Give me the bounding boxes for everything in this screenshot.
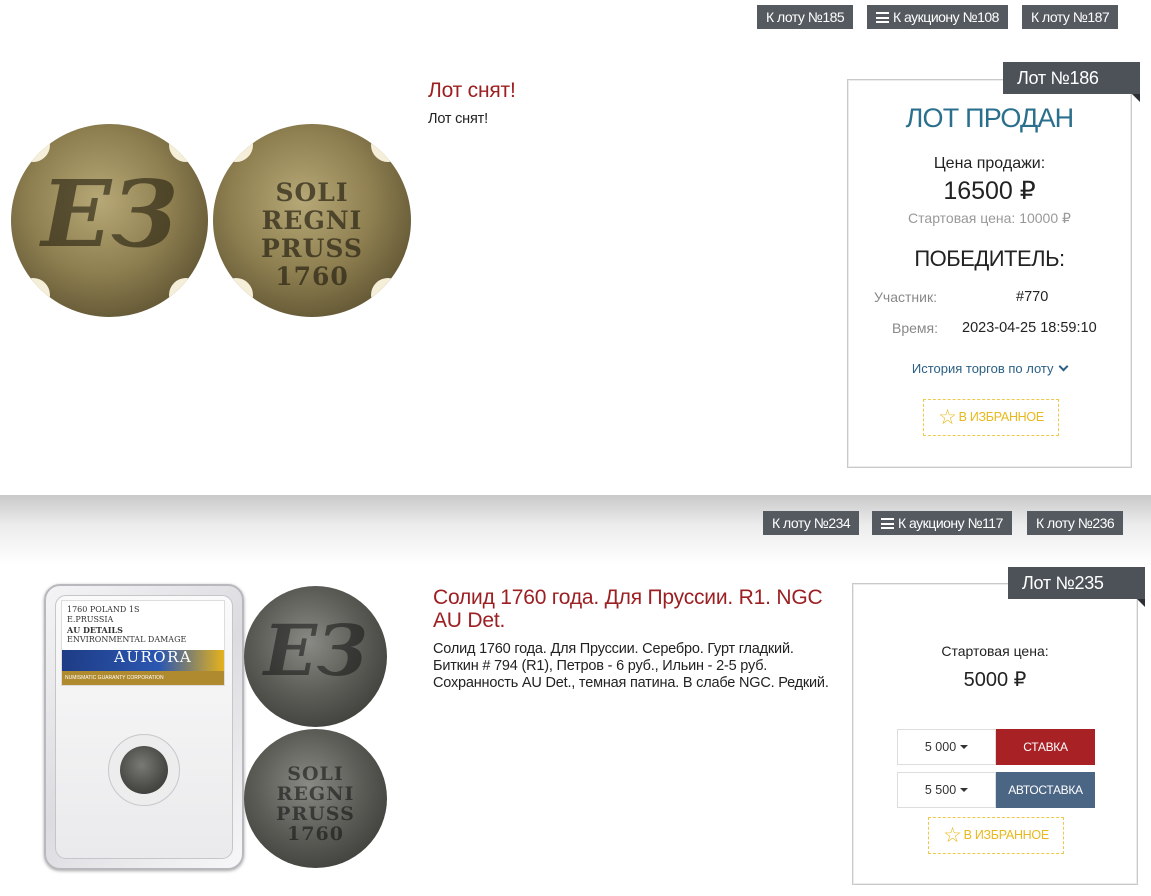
- favorite-label: В ИЗБРАННОЕ: [963, 828, 1050, 842]
- bid-history-link[interactable]: История торгов по лоту: [848, 361, 1131, 376]
- coin-legend-line: REGNI: [261, 206, 363, 235]
- coin-legend-line: 1760: [275, 262, 349, 291]
- participant-value: #770: [1016, 289, 1049, 305]
- time-label: Время:: [892, 320, 939, 336]
- coin-legend-line: REGNI: [276, 783, 355, 805]
- favorite-button[interactable]: ☆ В ИЗБРАННОЕ: [923, 399, 1059, 436]
- coin-reverse-image[interactable]: SOLI REGNI PRUSS 1760: [244, 729, 387, 868]
- coin-obverse-image[interactable]: ЕЗ: [244, 586, 387, 727]
- autobid-amount-value: 5 500: [924, 783, 957, 797]
- lot-result-panel: ЛОТ ПРОДАН Цена продажи: 16500 ₽ Стартов…: [847, 79, 1132, 468]
- coin-reverse-image[interactable]: SOLI REGNI PRUSS 1760: [213, 124, 411, 317]
- ngc-slab-image[interactable]: 1760 POLAND 1S E.PRUSSIA AU DETAILS ENVI…: [44, 584, 244, 870]
- coin-monogram: ЕЗ: [263, 609, 368, 692]
- sale-price: 16500 ₽: [943, 177, 1036, 205]
- lot-title: Лот снят!: [428, 79, 516, 102]
- menu-icon: [876, 12, 889, 23]
- auction-button[interactable]: К аукциону №117: [872, 511, 1012, 535]
- autobid-amount-select[interactable]: 5 500: [897, 772, 996, 808]
- lot-number-badge: Лот №235: [1008, 567, 1145, 607]
- slab-label-line: 1760 POLAND 1S: [67, 605, 140, 614]
- time-value: 2023-04-25 18:59:10: [962, 320, 1097, 336]
- participant-label: Участник:: [874, 289, 937, 305]
- caret-down-icon: [960, 788, 969, 792]
- coin-legend-line: PRUSS: [261, 234, 363, 263]
- lot-section-186: К лоту №185 К аукциону №108 К лоту №187 …: [0, 0, 1151, 495]
- lot-description: Солид 1760 года. Для Пруссии. Серебро. Г…: [433, 641, 829, 691]
- caret-down-icon: [960, 745, 969, 749]
- coin-monogram: ЕЗ: [41, 160, 178, 268]
- aurora-banner: AURORA: [62, 650, 224, 671]
- lot-description: Лот снят!: [428, 111, 488, 127]
- auction-button[interactable]: К аукциону №108: [867, 5, 1008, 29]
- prev-lot-button[interactable]: К лоту №234: [763, 511, 860, 535]
- next-lot-button[interactable]: К лоту №187: [1022, 5, 1119, 29]
- bid-history-label: История торгов по лоту: [911, 361, 1054, 376]
- favorite-label: В ИЗБРАННОЕ: [958, 410, 1045, 424]
- slab-label-line: AU DETAILS: [67, 625, 123, 635]
- menu-icon: [881, 518, 894, 529]
- coin-legend-line: SOLI: [275, 178, 349, 207]
- bid-amount-select[interactable]: 5 000: [897, 729, 996, 765]
- slab-label-line: E.PRUSSIA: [67, 615, 114, 624]
- coin-legend-line: SOLI: [287, 763, 344, 785]
- sale-price-label: Цена продажи:: [933, 155, 1046, 172]
- star-icon: ☆: [938, 406, 957, 429]
- auction-button-label: К аукциону №117: [898, 515, 1003, 531]
- start-price: Стартовая цена: 10000 ₽: [908, 210, 1071, 226]
- lot-title: Солид 1760 года. Для Пруссии. R1. NGC AU…: [433, 586, 823, 632]
- chevron-down-icon: [1058, 361, 1069, 372]
- coin-obverse-image[interactable]: ЕЗ: [11, 124, 208, 317]
- start-price: 5000 ₽: [963, 669, 1027, 691]
- start-price-label: Стартовая цена:: [941, 643, 1049, 659]
- coin-legend-line: PRUSS: [276, 803, 355, 825]
- auction-button-label: К аукциону №108: [893, 9, 999, 25]
- lot-status: ЛОТ ПРОДАН: [905, 103, 1075, 133]
- winner-heading: ПОБЕДИТЕЛЬ:: [914, 246, 1065, 271]
- slab-label-line: ENVIRONMENTAL DAMAGE: [67, 635, 187, 644]
- bid-amount-value: 5 000: [924, 740, 957, 754]
- autobid-button[interactable]: АВТОСТАВКА: [996, 772, 1095, 808]
- slab-coin-window: [108, 734, 180, 806]
- slab-footer: NUMISMATIC GUARANTY CORPORATION: [62, 671, 224, 685]
- coin-legend-line: 1760: [287, 823, 344, 845]
- star-icon: ☆: [943, 824, 962, 847]
- next-lot-button[interactable]: К лоту №236: [1027, 511, 1124, 535]
- slab-brand: AURORA: [114, 648, 193, 666]
- favorite-button[interactable]: ☆ В ИЗБРАННОЕ: [928, 817, 1064, 854]
- slab-label: 1760 POLAND 1S E.PRUSSIA AU DETAILS ENVI…: [61, 600, 225, 686]
- lot-number-badge: Лот №186: [1003, 62, 1140, 102]
- bid-button[interactable]: СТАВКА: [996, 729, 1095, 765]
- bid-panel: Стартовая цена: 5000 ₽ 5 000 СТАВКА 5 50…: [852, 583, 1138, 885]
- prev-lot-button[interactable]: К лоту №185: [757, 5, 854, 29]
